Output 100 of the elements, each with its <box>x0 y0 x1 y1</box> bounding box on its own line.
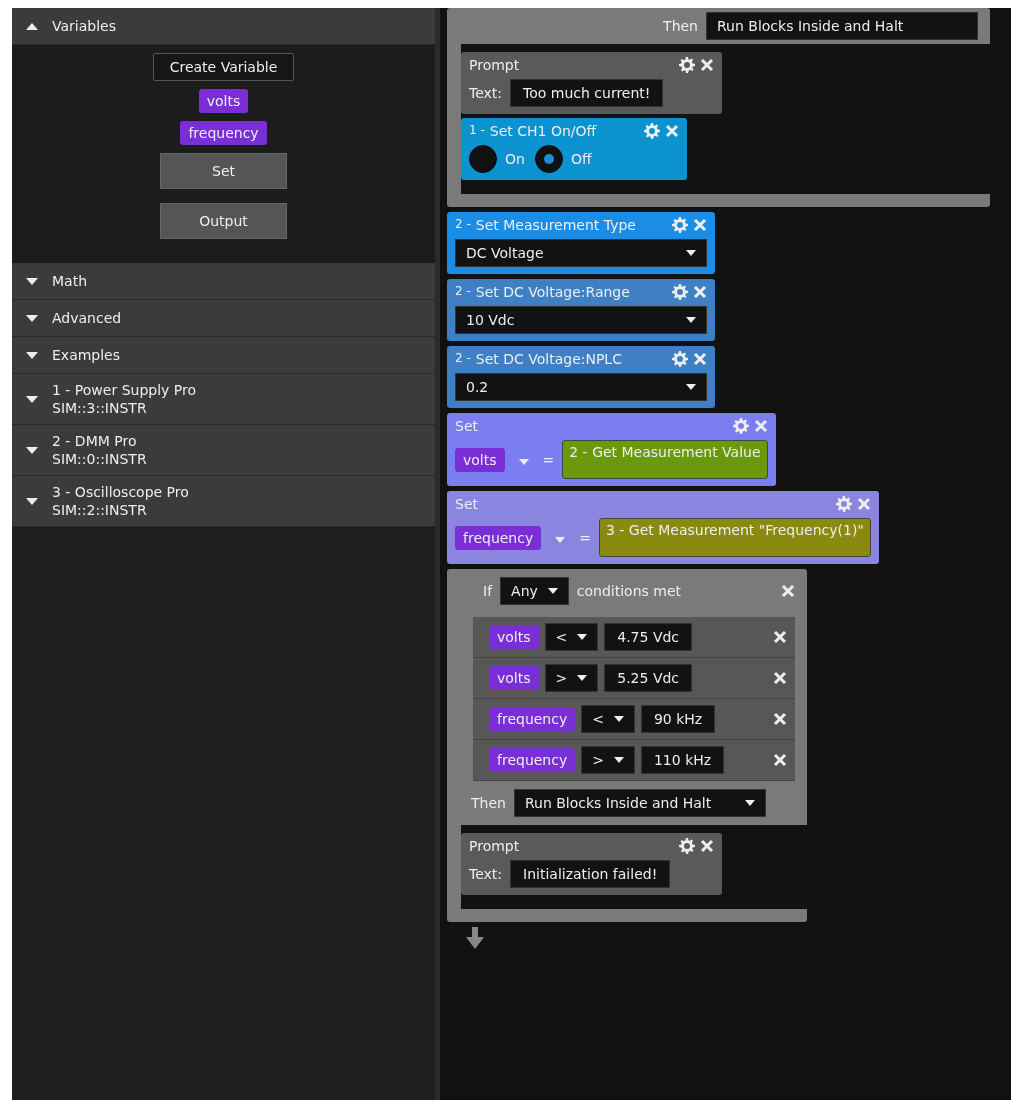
instrument-address: SIM::0::INSTR <box>52 450 147 468</box>
close-icon[interactable] <box>773 753 787 767</box>
prompt-block[interactable]: Prompt Text: Initialization failed! <box>461 833 722 895</box>
close-icon[interactable] <box>856 497 871 511</box>
dropdown[interactable]: Any <box>500 577 569 605</box>
close-icon[interactable] <box>693 285 707 299</box>
gear-icon[interactable] <box>672 284 688 300</box>
gear-icon[interactable] <box>679 838 695 854</box>
category-title: Math <box>52 273 88 289</box>
operator-dropdown[interactable]: > <box>544 664 599 692</box>
category-title: Advanced <box>52 310 122 326</box>
close-icon[interactable] <box>773 671 787 685</box>
variable-chip[interactable]: frequency <box>180 121 267 145</box>
category-title: Variables <box>52 18 116 34</box>
if-label: If <box>483 583 493 599</box>
close-icon[interactable] <box>773 712 787 726</box>
variable-chip[interactable]: volts <box>489 666 539 690</box>
set-variable-block[interactable]: Set volts = 2 - Get Measurement Value <box>447 413 776 486</box>
variable-chip[interactable]: frequency <box>455 525 542 550</box>
caret-icon <box>577 634 588 640</box>
radio-button[interactable] <box>534 145 563 173</box>
operator-dropdown[interactable]: < <box>544 623 599 651</box>
value-field[interactable]: 4.75 Vdc <box>604 623 693 651</box>
variable-chip[interactable]: frequency <box>489 748 576 772</box>
palette-block[interactable]: Set <box>160 153 287 189</box>
close-icon[interactable] <box>700 839 714 853</box>
caret-icon <box>686 250 696 256</box>
dropdown[interactable]: 0.2 <box>455 373 707 401</box>
dropdown[interactable]: DC Voltage <box>455 239 707 267</box>
category-header[interactable]: Variables <box>12 8 435 45</box>
block-title: Set DC Voltage:Range <box>475 284 630 300</box>
caret-icon <box>744 800 755 806</box>
category-header[interactable]: Math <box>12 263 435 300</box>
gear-icon[interactable] <box>732 418 749 434</box>
equals-sign: = <box>579 529 591 546</box>
gear-icon[interactable] <box>672 351 688 367</box>
instrument-block[interactable]: 2 - Set Measurement Type DC Voltage <box>447 212 715 274</box>
gear-icon[interactable] <box>679 57 695 73</box>
gear-icon[interactable] <box>835 496 852 512</box>
block-number: 2 - <box>455 351 471 365</box>
block-title: Set CH1 On/Off <box>489 123 597 139</box>
variable-chip[interactable]: volts <box>455 447 505 472</box>
block-title: Prompt <box>469 838 520 854</box>
instrument-block[interactable]: 2 - Set DC Voltage:Range 10 Vdc <box>447 279 715 341</box>
block-title: Set <box>455 418 478 434</box>
if-block[interactable]: If Any conditions met volts < 4.75 Vdc volts > 5.25 Vdc frequency < 90 kHz frequency > 110 kHz Then Run Blocks Inside and Halt Prompt Text: Initialization failed! <box>447 569 807 922</box>
close-icon[interactable] <box>693 352 707 366</box>
category-title: Examples <box>52 347 121 363</box>
dropdown[interactable]: Run Blocks Inside and Halt <box>706 12 978 40</box>
caret-icon <box>686 317 696 323</box>
operator-dropdown[interactable]: < <box>581 705 635 733</box>
instrument-address: SIM::2::INSTR <box>52 501 148 519</box>
caret-icon <box>518 458 529 465</box>
equals-sign: = <box>542 451 555 468</box>
category-title: 1 - Power Supply Pro <box>52 381 196 399</box>
caret-icon <box>547 588 558 594</box>
category-title: 2 - DMM Pro <box>52 432 138 450</box>
instrument-block[interactable]: 2 - Set DC Voltage:NPLC 0.2 <box>447 346 715 408</box>
text-field[interactable]: Initialization failed! <box>510 860 671 888</box>
caret-icon <box>613 757 624 763</box>
close-icon[interactable] <box>693 218 707 232</box>
then-label: Then <box>471 795 506 811</box>
set-variable-block[interactable]: Set frequency = 3 - Get Measurement "Frequency(1)" <box>447 491 879 564</box>
block-title: Prompt <box>469 57 520 73</box>
variable-chip[interactable]: volts <box>489 625 539 649</box>
category-header[interactable]: 1 - Power Supply Pro SIM::3::INSTR <box>12 374 435 425</box>
block-number: 2 - <box>455 217 471 231</box>
category-header[interactable]: 2 - DMM Pro SIM::0::INSTR <box>12 425 435 476</box>
category-title: 3 - Oscilloscope Pro <box>52 483 189 501</box>
operator-dropdown[interactable]: > <box>581 746 635 774</box>
caret-icon <box>555 536 566 543</box>
text-field[interactable]: Too much current! <box>510 79 664 107</box>
radio-label: On <box>505 151 525 167</box>
close-icon[interactable] <box>700 58 714 72</box>
radio-label: Off <box>570 151 592 167</box>
value-field[interactable]: 110 kHz <box>640 746 725 774</box>
prompt-block[interactable]: Prompt Text: Too much current! <box>461 52 722 114</box>
then-label: Then <box>663 18 698 34</box>
close-icon[interactable] <box>753 419 768 433</box>
category-header[interactable]: Advanced <box>12 300 435 337</box>
category-header[interactable]: Examples <box>12 337 435 374</box>
variable-chip[interactable]: frequency <box>489 707 576 731</box>
create-variable-button[interactable]: Create Variable <box>152 53 295 81</box>
dropdown[interactable]: Run Blocks Inside and Halt <box>513 789 766 817</box>
radio-button[interactable] <box>469 145 497 173</box>
block-title: Set DC Voltage:NPLC <box>475 351 622 367</box>
close-icon[interactable] <box>773 630 787 644</box>
palette-block[interactable]: Output <box>160 203 287 239</box>
dropdown[interactable]: 10 Vdc <box>455 306 707 334</box>
gear-icon[interactable] <box>672 217 688 233</box>
close-icon[interactable] <box>781 584 795 598</box>
gear-icon[interactable] <box>644 123 660 139</box>
value-field[interactable]: 90 kHz <box>640 705 716 733</box>
value-field[interactable]: 5.25 Vdc <box>604 664 693 692</box>
variable-chip[interactable]: volts <box>198 89 249 113</box>
if-block[interactable]: Then Run Blocks Inside and Halt Prompt Text: Too much current! 1 - Set CH1 On/Off On Off <box>447 8 990 207</box>
caret-icon <box>613 716 624 722</box>
close-icon[interactable] <box>665 124 679 138</box>
field-label: Text: <box>469 866 503 882</box>
category-header[interactable]: 3 - Oscilloscope Pro SIM::2::INSTR <box>12 476 435 527</box>
